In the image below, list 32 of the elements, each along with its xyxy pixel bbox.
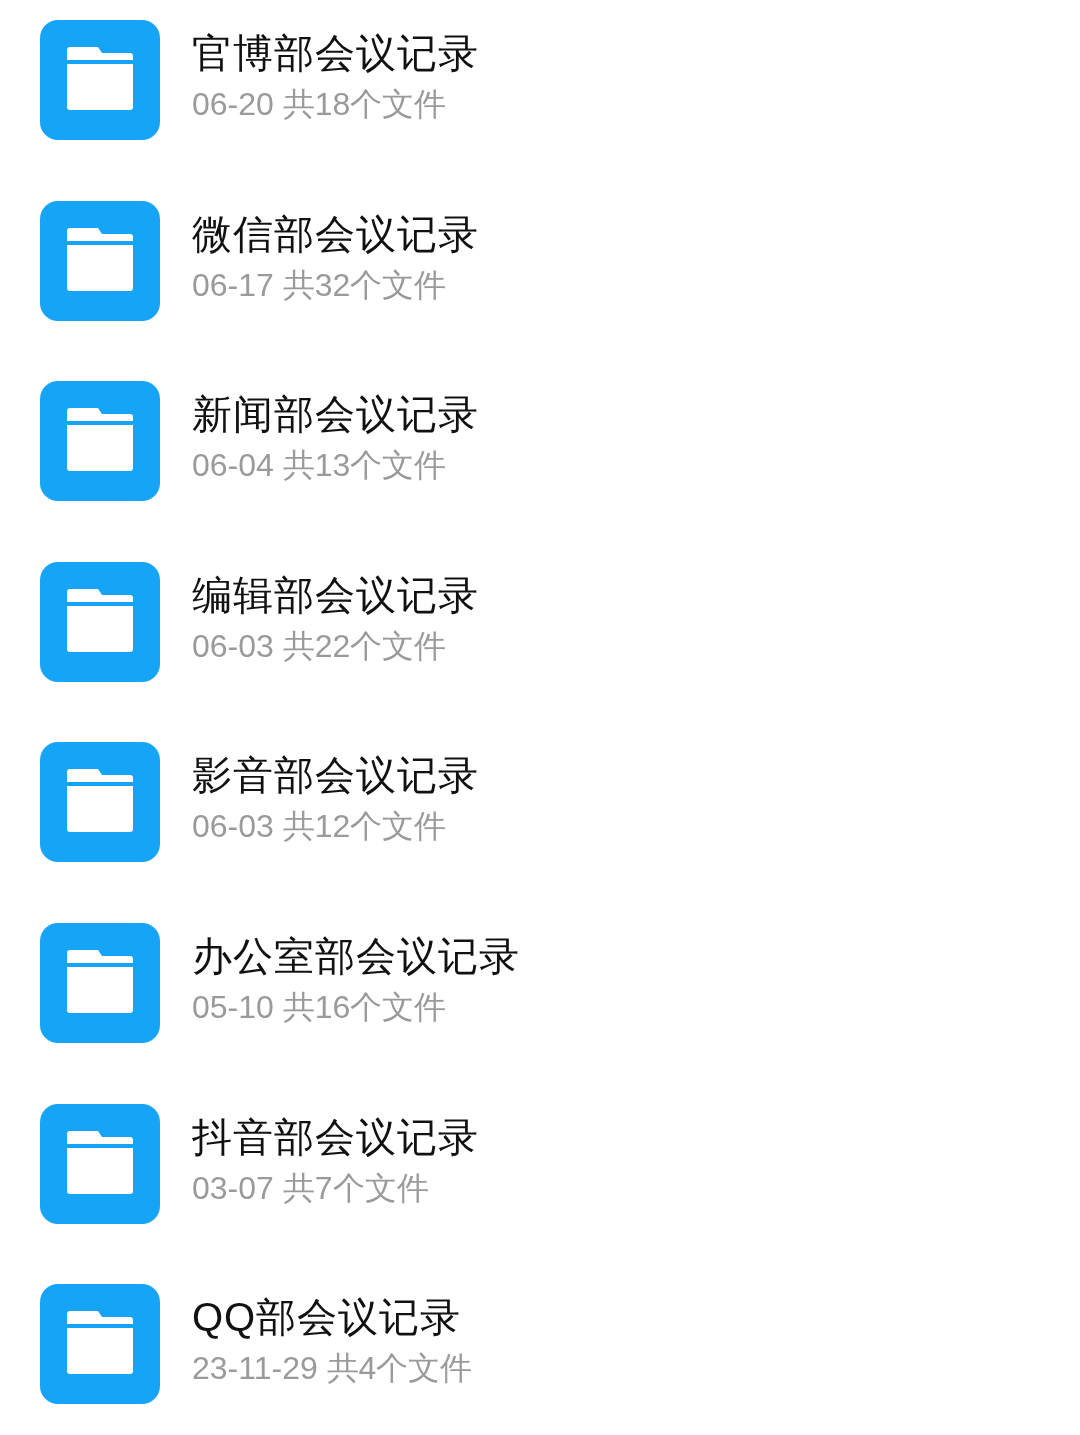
folder-name: 官博部会议记录 [192, 30, 479, 77]
folder-info: 03-07 共7个文件 [192, 1168, 430, 1207]
folder-icon [40, 742, 160, 863]
folder-row[interactable]: 办公室部会议记录 05-10 共16个文件 [40, 922, 1080, 1043]
folder-row[interactable]: 抖音部会议记录 03-07 共7个文件 [40, 1103, 1080, 1224]
folder-icon [40, 561, 160, 682]
folder-row[interactable]: 官博部会议记录 06-20 共18个文件 [40, 20, 1080, 140]
folder-name: 办公室部会议记录 [192, 932, 520, 980]
folder-row[interactable]: 编辑部会议记录 06-03 共22个文件 [40, 561, 1080, 682]
folder-name: 微信部会议记录 [192, 210, 479, 258]
folder-info: 06-04 共13个文件 [192, 446, 448, 485]
folder-name: 编辑部会议记录 [192, 571, 479, 619]
folder-icon [40, 1103, 160, 1224]
folder-name: 抖音部会议记录 [192, 1113, 479, 1161]
folder-icon [40, 922, 160, 1043]
folder-name: 影音部会议记录 [192, 752, 479, 800]
folder-name: 新闻部会议记录 [192, 391, 479, 439]
folder-icon [40, 20, 160, 140]
folder-info: 06-03 共12个文件 [192, 807, 448, 846]
folder-info: 05-10 共16个文件 [192, 987, 448, 1026]
folder-icon [40, 381, 160, 502]
folder-row[interactable]: 微信部会议记录 06-17 共32个文件 [40, 200, 1080, 321]
folder-row[interactable]: QQ部会议记录 23-11-29 共4个文件 [40, 1284, 1080, 1405]
folder-icon [40, 200, 160, 321]
folder-info: 06-20 共18个文件 [192, 85, 448, 123]
folder-info: 23-11-29 共4个文件 [192, 1349, 473, 1388]
folder-row[interactable]: 影音部会议记录 06-03 共12个文件 [40, 742, 1080, 863]
folder-info: 06-03 共22个文件 [192, 626, 448, 665]
folder-icon [40, 1284, 160, 1405]
folder-info: 06-17 共32个文件 [192, 265, 448, 304]
folder-row[interactable]: 新闻部会议记录 06-04 共13个文件 [40, 381, 1080, 502]
folder-name: QQ部会议记录 [192, 1294, 463, 1342]
